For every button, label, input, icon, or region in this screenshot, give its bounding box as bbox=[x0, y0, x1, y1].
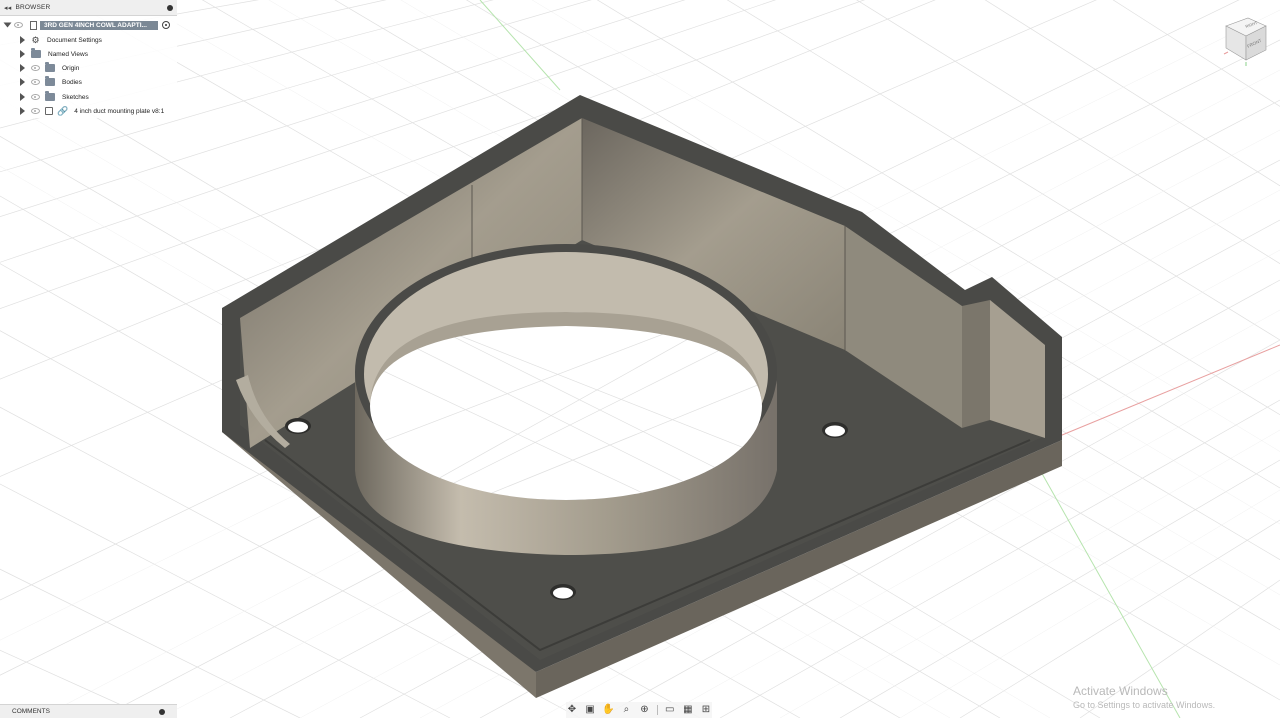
viewports-icon[interactable]: ⊞ bbox=[700, 702, 712, 718]
expand-icon[interactable] bbox=[20, 36, 25, 44]
toolbar-divider bbox=[656, 705, 658, 715]
folder-icon bbox=[45, 76, 55, 86]
browser-item-label: Origin bbox=[62, 64, 80, 72]
activate-windows-watermark: Activate Windows Go to Settings to activ… bbox=[1073, 684, 1215, 710]
browser-item-label: Bodies bbox=[62, 78, 82, 86]
add-comment-icon[interactable] bbox=[159, 708, 165, 715]
expand-icon[interactable] bbox=[20, 50, 25, 58]
canvas-viewport[interactable] bbox=[0, 0, 1280, 718]
eye-icon[interactable] bbox=[31, 108, 40, 114]
browser-header[interactable]: ◂◂ BROWSER bbox=[0, 0, 177, 16]
navigation-toolbar: ✥ ▣ ✋ ⌕ ⊕ ▭ ▦ ⊞ bbox=[566, 702, 712, 718]
browser-panel: ◂◂ BROWSER 3RD GEN 4INCH COWL ADAPTI... … bbox=[0, 0, 177, 118]
x-axis-line bbox=[1049, 344, 1280, 441]
eye-icon[interactable] bbox=[14, 22, 23, 28]
root-component-label: 3RD GEN 4INCH COWL ADAPTI... bbox=[40, 20, 158, 30]
browser-item-label: Sketches bbox=[62, 93, 89, 101]
expand-icon[interactable] bbox=[20, 64, 25, 72]
fit-icon[interactable]: ⊕ bbox=[639, 702, 651, 718]
expand-icon[interactable] bbox=[3, 22, 12, 28]
folder-icon bbox=[45, 91, 55, 101]
gear-icon: ⚙ bbox=[31, 34, 40, 45]
cowl-adapter-model[interactable] bbox=[222, 95, 1062, 698]
comments-bar[interactable]: COMMENTS bbox=[0, 704, 177, 718]
browser-item-document-settings[interactable]: ⚙ Document Settings bbox=[20, 33, 102, 47]
activate-radio-icon[interactable] bbox=[162, 21, 170, 29]
browser-item-label: Document Settings bbox=[47, 36, 102, 44]
expand-icon[interactable] bbox=[20, 107, 25, 115]
pin-icon[interactable] bbox=[167, 4, 173, 11]
pan-icon[interactable]: ✋ bbox=[602, 702, 614, 718]
y-axis-line bbox=[1039, 469, 1181, 718]
look-at-icon[interactable]: ▣ bbox=[584, 702, 596, 718]
eye-icon[interactable] bbox=[31, 65, 40, 71]
document-icon bbox=[30, 20, 37, 30]
comments-title: COMMENTS bbox=[12, 708, 50, 715]
collapse-icon[interactable]: ◂◂ bbox=[4, 4, 11, 12]
watermark-title: Activate Windows bbox=[1073, 684, 1168, 698]
browser-item-named-views[interactable]: Named Views bbox=[20, 47, 88, 61]
view-cube[interactable]: RIGHT FRONT bbox=[1220, 14, 1270, 66]
browser-item-sketches[interactable]: Sketches bbox=[20, 90, 89, 104]
link-icon: 🔗 bbox=[57, 105, 69, 116]
browser-item-bodies[interactable]: Bodies bbox=[20, 75, 82, 89]
eye-icon[interactable] bbox=[31, 94, 40, 100]
folder-icon bbox=[45, 62, 55, 72]
grid-icon[interactable]: ▦ bbox=[682, 702, 694, 718]
browser-root[interactable]: 3RD GEN 4INCH COWL ADAPTI... bbox=[3, 18, 170, 32]
browser-item-origin[interactable]: Origin bbox=[20, 61, 79, 75]
browser-item-linked-component[interactable]: 🔗 4 inch duct mounting plate v8:1 bbox=[20, 104, 164, 118]
component-icon bbox=[45, 107, 53, 115]
browser-item-label: 4 inch duct mounting plate v8:1 bbox=[74, 107, 165, 115]
orbit-icon[interactable]: ✥ bbox=[566, 702, 578, 718]
display-settings-icon[interactable]: ▭ bbox=[664, 702, 676, 718]
z-axis-line bbox=[479, 0, 561, 91]
browser-item-label: Named Views bbox=[48, 50, 88, 58]
folder-icon bbox=[31, 48, 41, 58]
zoom-icon[interactable]: ⌕ bbox=[620, 702, 632, 718]
eye-icon[interactable] bbox=[31, 79, 40, 85]
watermark-subtitle: Go to Settings to activate Windows. bbox=[1073, 700, 1216, 710]
expand-icon[interactable] bbox=[20, 93, 25, 101]
browser-title: BROWSER bbox=[15, 4, 51, 11]
expand-icon[interactable] bbox=[20, 78, 25, 86]
